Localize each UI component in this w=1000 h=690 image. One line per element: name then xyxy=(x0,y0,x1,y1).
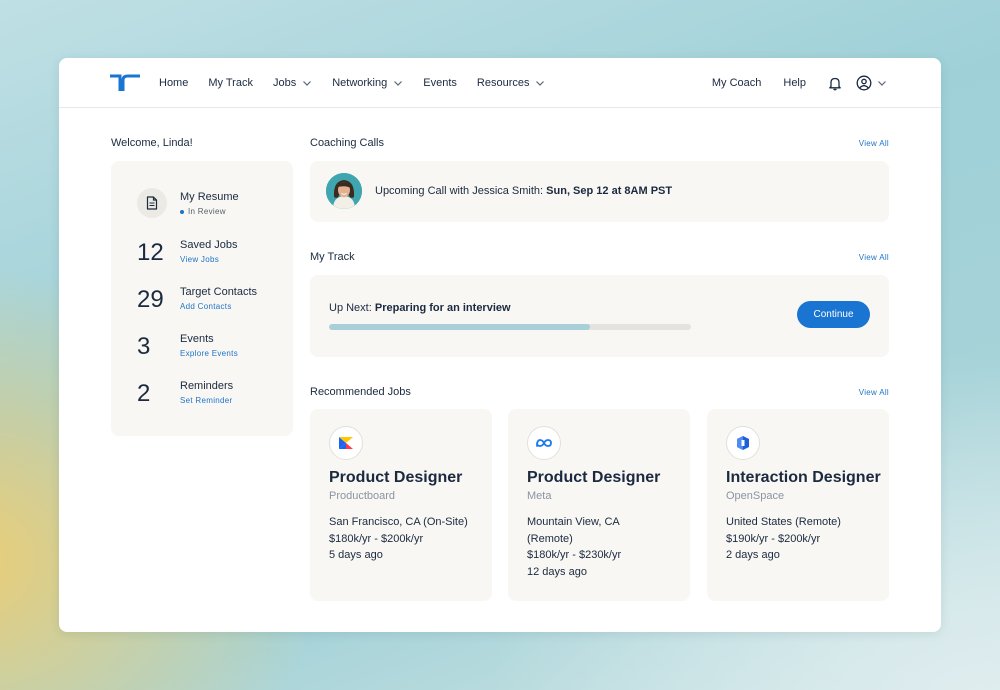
job-salary: $180k/yr - $200k/yr xyxy=(329,532,424,545)
top-nav: Home My Track Jobs Networking Events Res… xyxy=(59,58,941,108)
account-menu-button[interactable] xyxy=(856,75,887,91)
nav-jobs[interactable]: Jobs xyxy=(273,77,312,89)
chevron-down-icon xyxy=(536,81,545,86)
job-posted: 5 days ago xyxy=(329,549,383,561)
call-prefix: Upcoming Call with Jessica Smith: xyxy=(375,185,547,197)
nav-home[interactable]: Home xyxy=(159,77,188,89)
explore-events-link[interactable]: Explore Events xyxy=(180,349,238,358)
nav-help[interactable]: Help xyxy=(783,77,806,89)
events-count: 3 xyxy=(137,333,151,360)
job-location: San Francisco, CA (On-Site) xyxy=(329,516,468,528)
job-company: OpenSpace xyxy=(726,490,785,502)
job-card[interactable]: Product Designer Productboard San Franci… xyxy=(310,409,492,601)
my-track-title: My Track xyxy=(310,251,355,263)
coaching-calls-title: Coaching Calls xyxy=(310,137,384,149)
call-text: Upcoming Call with Jessica Smith: Sun, S… xyxy=(375,185,672,197)
nav-my-track[interactable]: My Track xyxy=(208,77,253,89)
job-title: Product Designer xyxy=(329,469,463,486)
nav-jobs-label: Jobs xyxy=(272,77,297,89)
nav-resources-label: Resources xyxy=(476,77,530,89)
resume-status: In Review xyxy=(180,207,226,216)
user-circle-icon xyxy=(856,75,872,91)
job-company: Meta xyxy=(527,490,552,502)
saved-jobs-count: 12 xyxy=(137,239,164,266)
events-title: Events xyxy=(180,333,214,345)
resume-status-label: In Review xyxy=(188,207,226,216)
openspace-logo-icon xyxy=(726,426,760,460)
reminders-title: Reminders xyxy=(180,380,234,392)
job-salary: $180k/yr - $230k/yr xyxy=(527,549,622,561)
my-track-card: Up Next: Preparing for an interview Cont… xyxy=(310,275,889,357)
job-details: Mountain View, CA (Remote) $180k/yr - $2… xyxy=(527,514,642,580)
reminders-count: 2 xyxy=(137,380,151,407)
view-jobs-link[interactable]: View Jobs xyxy=(180,255,219,264)
target-contacts-count: 29 xyxy=(137,286,164,313)
stat-resume[interactable]: My Resume In Review xyxy=(111,188,293,224)
coaching-view-all-link[interactable]: View All xyxy=(859,139,889,148)
continue-button[interactable]: Continue xyxy=(797,301,870,328)
chevron-down-icon xyxy=(303,81,312,86)
jobs-view-all-link[interactable]: View All xyxy=(859,388,889,397)
chevron-down-icon xyxy=(878,81,886,86)
job-title: Interaction Designer xyxy=(726,469,881,486)
up-next-prefix: Up Next: xyxy=(329,302,375,314)
stats-card: My Resume In Review 12 Saved Jobs View J… xyxy=(111,161,293,436)
upcoming-call-card[interactable]: Upcoming Call with Jessica Smith: Sun, S… xyxy=(310,161,889,222)
job-location: Mountain View, CA (Remote) xyxy=(527,516,620,545)
nav-my-coach-label: My Coach xyxy=(711,77,762,89)
tr-logo-icon[interactable] xyxy=(109,74,141,92)
resume-title: My Resume xyxy=(180,191,239,203)
notifications-button[interactable] xyxy=(828,76,842,91)
job-card[interactable]: Product Designer Meta Mountain View, CA … xyxy=(508,409,690,601)
recommended-jobs-title: Recommended Jobs xyxy=(310,386,411,398)
nav-right: My Coach Help xyxy=(690,58,887,108)
next-step: Preparing for an interview xyxy=(374,302,511,314)
nav-my-track-label: My Track xyxy=(208,77,253,89)
call-time: Sun, Sep 12 at 8AM PST xyxy=(546,185,673,197)
saved-jobs-title: Saved Jobs xyxy=(180,239,238,251)
nav-help-label: Help xyxy=(783,77,806,89)
job-salary: $190k/yr - $200k/yr xyxy=(726,532,821,545)
bell-icon xyxy=(829,77,841,90)
productboard-logo-icon xyxy=(329,426,363,460)
up-next-text: Up Next: Preparing for an interview xyxy=(329,302,511,314)
nav-resources[interactable]: Resources xyxy=(477,77,546,89)
nav-home-label: Home xyxy=(159,77,189,89)
nav-events[interactable]: Events xyxy=(423,77,457,89)
nav-events-label: Events xyxy=(423,77,457,89)
nav-networking-label: Networking xyxy=(332,77,388,89)
app-window: Home My Track Jobs Networking Events Res… xyxy=(59,58,941,632)
status-dot xyxy=(180,209,184,214)
stat-target-contacts: 29 Target Contacts Add Contacts xyxy=(111,282,293,318)
nav-my-coach[interactable]: My Coach xyxy=(712,77,762,89)
chevron-down-icon xyxy=(394,81,403,86)
target-contacts-title: Target Contacts xyxy=(180,286,258,298)
stat-events: 3 Events Explore Events xyxy=(111,329,293,365)
job-company: Productboard xyxy=(329,490,396,502)
job-details: United States (Remote) $190k/yr - $200k/… xyxy=(726,514,886,564)
nav-networking[interactable]: Networking xyxy=(332,77,403,89)
stat-saved-jobs: 12 Saved Jobs View Jobs xyxy=(111,235,293,271)
set-reminder-link[interactable]: Set Reminder xyxy=(180,396,233,405)
add-contacts-link[interactable]: Add Contacts xyxy=(180,302,232,311)
track-progress-bar xyxy=(329,324,691,330)
job-posted: 12 days ago xyxy=(527,565,587,578)
job-posted: 2 days ago xyxy=(726,549,780,561)
stat-reminders: 2 Reminders Set Reminder xyxy=(111,376,293,412)
job-title: Product Designer xyxy=(527,469,661,486)
job-details: San Francisco, CA (On-Site) $180k/yr - $… xyxy=(329,514,489,564)
document-icon xyxy=(137,188,167,218)
meta-logo-icon xyxy=(527,426,561,460)
nav-links: Home My Track Jobs Networking Events Res… xyxy=(159,58,565,108)
avatar xyxy=(326,173,362,209)
track-view-all-link[interactable]: View All xyxy=(859,253,889,262)
track-progress-fill xyxy=(329,324,590,330)
welcome-message: Welcome, Linda! xyxy=(111,137,193,149)
job-card[interactable]: Interaction Designer OpenSpace United St… xyxy=(707,409,889,601)
job-location: United States (Remote) xyxy=(726,516,841,528)
